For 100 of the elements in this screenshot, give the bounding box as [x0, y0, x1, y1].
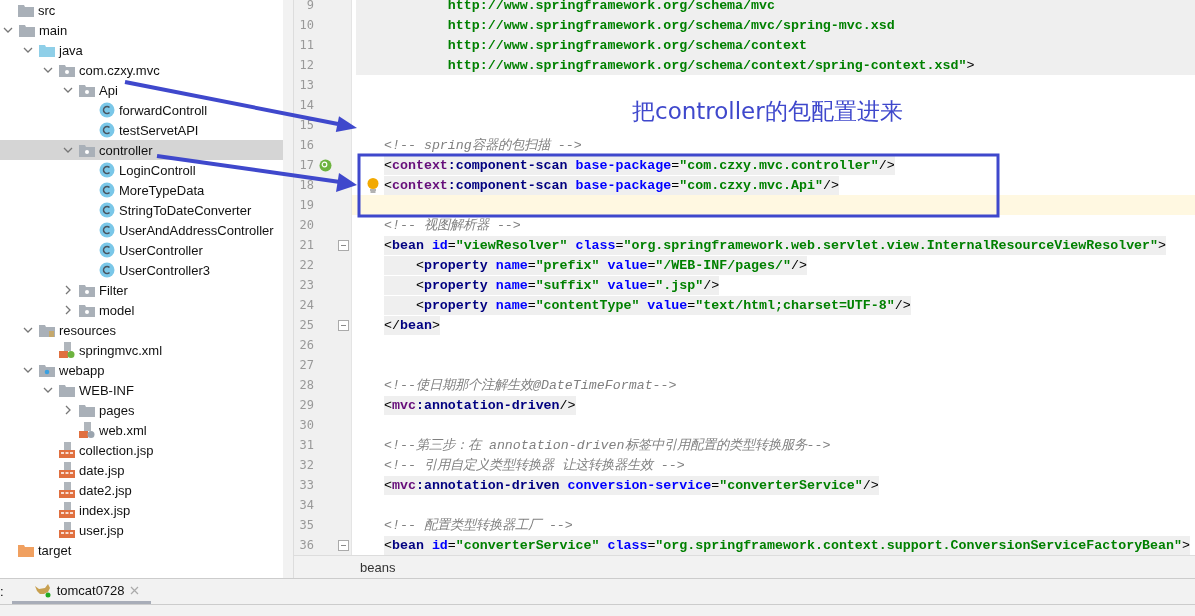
folder-icon: [19, 23, 35, 37]
tree-item[interactable]: user.jsp: [0, 520, 283, 540]
line-number: 31: [298, 438, 314, 452]
tree-item[interactable]: target: [0, 540, 283, 560]
folder-icon: [79, 403, 95, 417]
package-icon: [79, 303, 95, 317]
tree-item[interactable]: main: [0, 20, 283, 40]
line-number: 13: [298, 78, 314, 92]
chevron-down-icon[interactable]: [23, 367, 33, 373]
line-number: 30: [298, 418, 314, 432]
code-line: <!-- spring容器的包扫描 -->: [384, 137, 582, 155]
class-icon: [99, 202, 115, 218]
line-number: 28: [298, 378, 314, 392]
tree-item[interactable]: resources: [0, 320, 283, 340]
fold-marker-icon[interactable]: [337, 239, 349, 251]
line-number: 27: [298, 358, 314, 372]
tree-item[interactable]: date.jsp: [0, 460, 283, 480]
tree-item[interactable]: controller: [0, 140, 283, 160]
tree-item[interactable]: Filter: [0, 280, 283, 300]
class-icon: [99, 262, 115, 278]
tree-item[interactable]: index.jsp: [0, 500, 283, 520]
line-number: 36: [298, 538, 314, 552]
tree-item[interactable]: Api: [0, 80, 283, 100]
line-number: 14: [298, 98, 314, 112]
chevron-down-icon[interactable]: [23, 327, 33, 333]
cat-icon: [33, 582, 52, 598]
line-number: 26: [298, 338, 314, 352]
tree-item[interactable]: springmvc.xml: [0, 340, 283, 360]
jsp-file-icon: [59, 462, 75, 478]
line-number: 9: [305, 0, 314, 12]
package-icon: [79, 83, 95, 97]
class-icon: [99, 162, 115, 178]
code-line: <!-- 引用自定义类型转换器 让这转换器生效 -->: [384, 457, 685, 475]
chevron-down-icon[interactable]: [23, 47, 33, 53]
line-number: 19: [298, 198, 314, 212]
tree-item[interactable]: MoreTypeData: [0, 180, 283, 200]
line-number: 32: [298, 458, 314, 472]
scrollbar-track[interactable]: [283, 0, 294, 578]
bean-icon[interactable]: [318, 158, 332, 172]
line-number: 17: [298, 158, 314, 172]
tree-item[interactable]: forwardControll: [0, 100, 283, 120]
class-icon: [99, 122, 115, 138]
fold-marker-icon[interactable]: [337, 539, 349, 551]
jsp-file-icon: [59, 522, 75, 538]
jsp-file-icon: [59, 502, 75, 518]
jsp-file-icon: [59, 482, 75, 498]
annotation-note: 把controller的包配置进来: [632, 97, 903, 126]
folder-icon: [39, 323, 55, 337]
code-line: <!-- 视图解析器 -->: [384, 217, 521, 235]
line-number: 22: [298, 258, 314, 272]
tree-item[interactable]: webapp: [0, 360, 283, 380]
code-line: <!--使日期那个注解生效@DateTimeFormat-->: [384, 377, 677, 395]
tree-item[interactable]: UserAndAddressController: [0, 220, 283, 240]
class-icon: [99, 242, 115, 258]
chevron-down-icon[interactable]: [43, 67, 53, 73]
tree-item[interactable]: StringToDateConverter: [0, 200, 283, 220]
tree-item[interactable]: LoginControll: [0, 160, 283, 180]
line-number: 10: [298, 18, 314, 32]
code-line: http://www.springframework.org/schema/context: [446, 36, 807, 55]
folder-icon: [39, 363, 55, 377]
line-number: 25: [298, 318, 314, 332]
tree-item[interactable]: UserController: [0, 240, 283, 260]
line-number: 12: [298, 58, 314, 72]
xml-file-icon: [79, 422, 95, 438]
code-line: http://www.springframework.org/schema/mvc/spring-mvc.xsd: [446, 16, 895, 35]
line-number: 29: [298, 398, 314, 412]
class-icon: [99, 182, 115, 198]
tree-item[interactable]: collection.jsp: [0, 440, 283, 460]
chevron-down-icon[interactable]: [63, 147, 73, 153]
chevron-right-icon[interactable]: [65, 285, 71, 295]
class-icon: [99, 102, 115, 118]
tree-item[interactable]: com.czxy.mvc: [0, 60, 283, 80]
tree-item[interactable]: testServetAPI: [0, 120, 283, 140]
xml-file-icon: [59, 342, 75, 358]
tree-item[interactable]: web.xml: [0, 420, 283, 440]
line-number: 24: [298, 298, 314, 312]
chevron-right-icon[interactable]: [65, 405, 71, 415]
fold-marker-icon[interactable]: [337, 319, 349, 331]
chevron-down-icon[interactable]: [3, 27, 13, 33]
line-number: 15: [298, 118, 314, 132]
package-icon: [59, 63, 75, 77]
chevron-down-icon[interactable]: [63, 87, 73, 93]
folder-icon: [18, 543, 34, 557]
folder-icon: [39, 43, 55, 57]
chevron-right-icon[interactable]: [65, 305, 71, 315]
tree-item[interactable]: java: [0, 40, 283, 60]
tree-item[interactable]: date2.jsp: [0, 480, 283, 500]
code-line: http://www.springframework.org/schema/context/spring-context.xsd">: [446, 56, 975, 75]
tree-item[interactable]: src: [0, 0, 283, 20]
tree-item[interactable]: pages: [0, 400, 283, 420]
tree-item[interactable]: UserController3: [0, 260, 283, 280]
line-number: 11: [298, 38, 314, 52]
tree-item[interactable]: WEB-INF: [0, 380, 283, 400]
chevron-down-icon[interactable]: [43, 387, 53, 393]
folder-icon: [59, 383, 75, 397]
tree-item[interactable]: model: [0, 300, 283, 320]
line-number: 35: [298, 518, 314, 532]
run-panel-label: :: [0, 583, 5, 601]
breadcrumb[interactable]: beans: [360, 559, 396, 575]
line-number: 34: [298, 498, 314, 512]
